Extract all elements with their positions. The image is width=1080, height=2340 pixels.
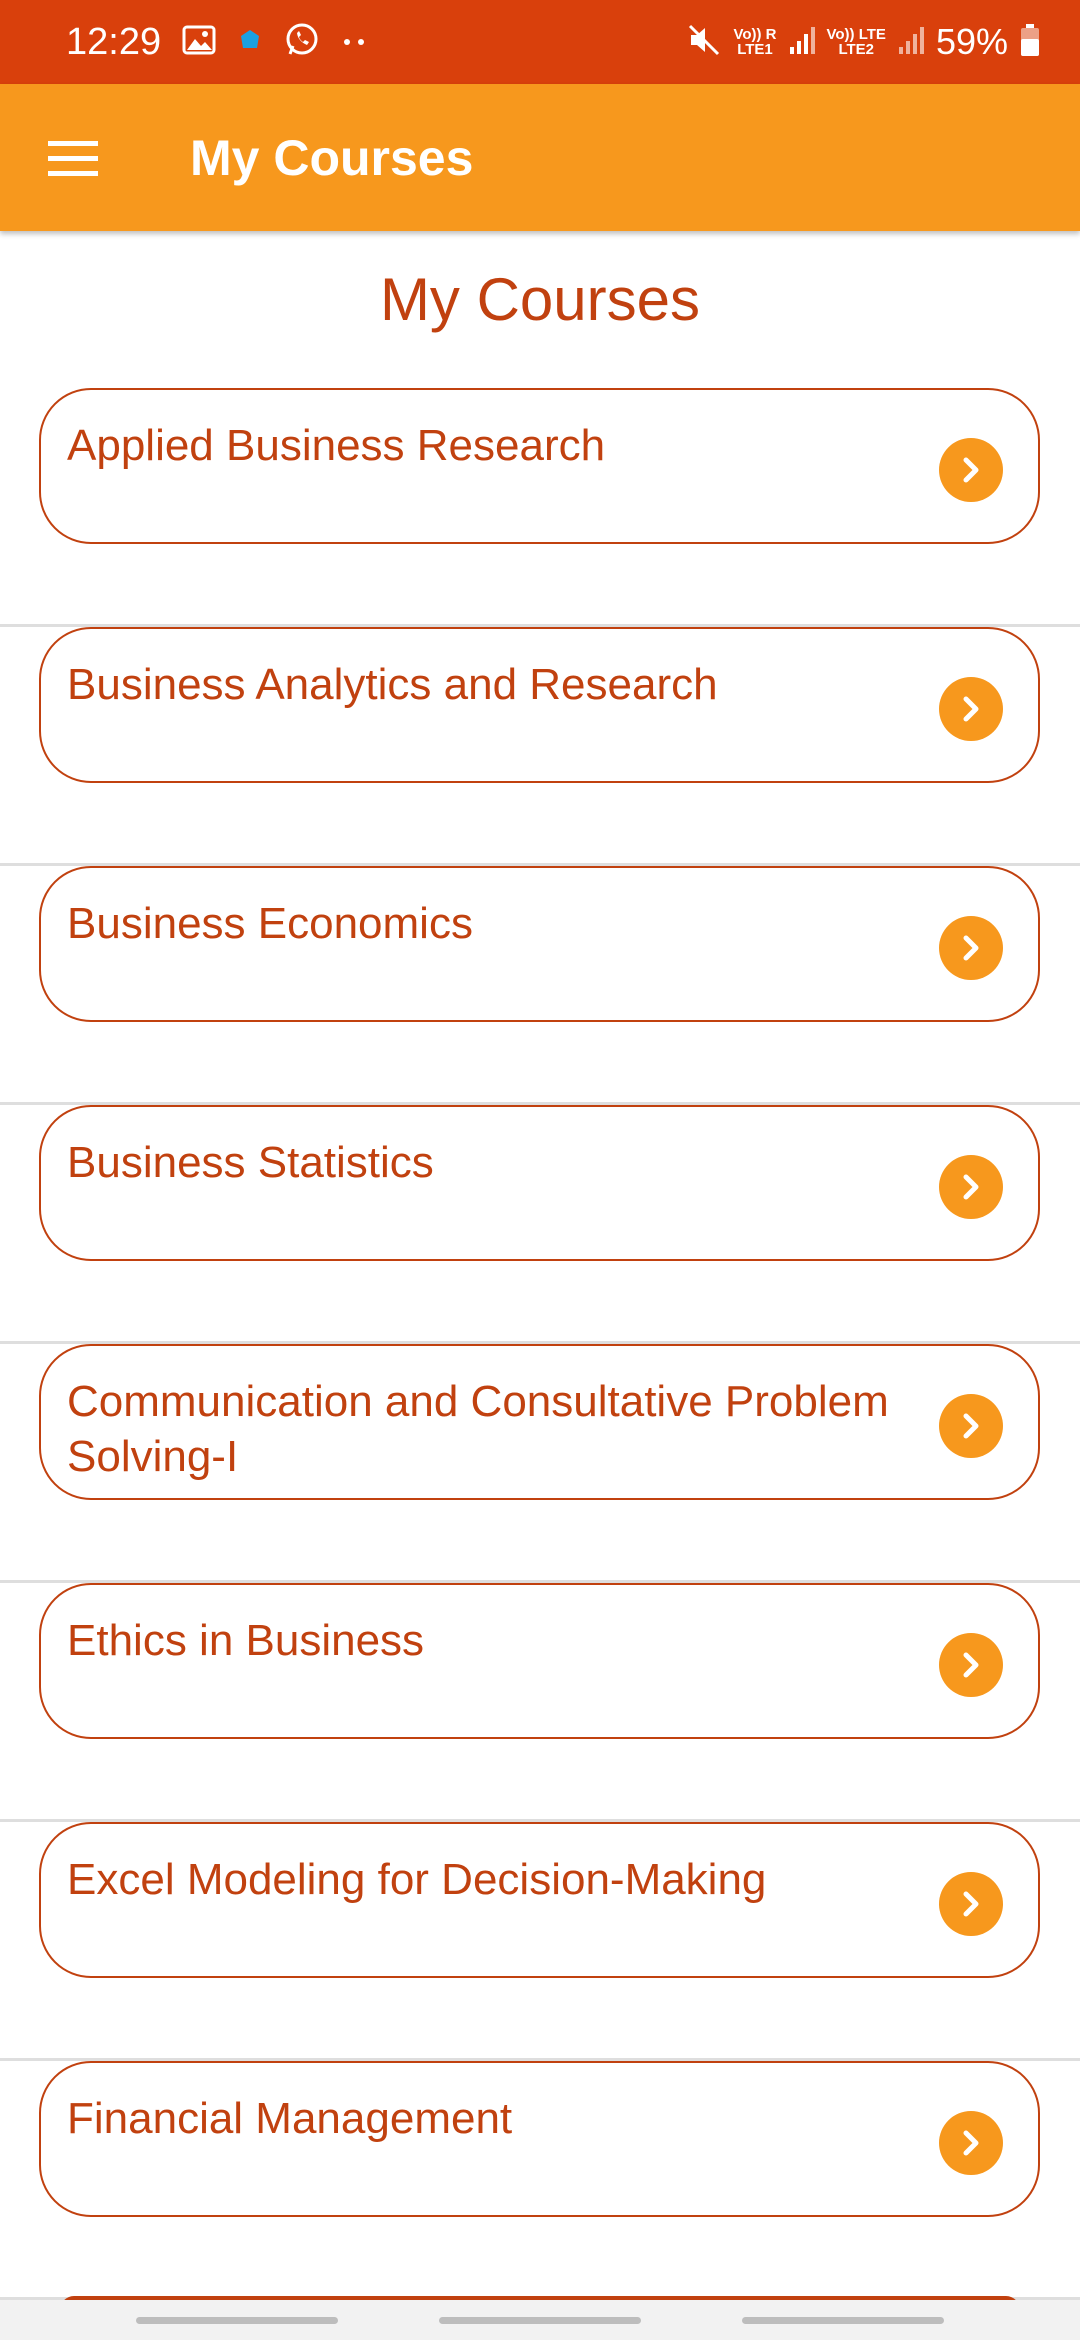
course-name: Communication and Consultative Problem S…: [67, 1377, 889, 1481]
course-card[interactable]: Business Economics: [39, 866, 1040, 1022]
course-card[interactable]: Applied Business Research: [39, 388, 1040, 544]
course-card[interactable]: Ethics in Business: [39, 1583, 1040, 1739]
system-nav-bar: [0, 2300, 1080, 2340]
course-list: Applied Business Research Business Analy…: [0, 388, 1080, 2300]
list-item: Excel Modeling for Decision-Making: [0, 1822, 1080, 2061]
course-card[interactable]: Excel Modeling for Decision-Making: [39, 1822, 1040, 1978]
course-name: Business Statistics: [67, 1138, 434, 1187]
page-title: My Courses: [379, 266, 701, 333]
chevron-right-icon[interactable]: [939, 1394, 1003, 1458]
course-name: Business Economics: [67, 899, 473, 948]
list-item: Communication and Consultative Problem S…: [0, 1344, 1080, 1583]
mute-icon: [687, 23, 721, 62]
status-time: 12:29: [66, 21, 162, 63]
chevron-right-icon[interactable]: [939, 438, 1003, 502]
status-left-icons: [182, 22, 366, 63]
sim2-indicator: Vo)) LTE LTE2: [826, 26, 886, 58]
chevron-right-icon[interactable]: [939, 916, 1003, 980]
course-name: Business Analytics and Research: [67, 660, 718, 709]
course-name: Ethics in Business: [67, 1616, 425, 1665]
chevron-right-icon[interactable]: [939, 1155, 1003, 1219]
list-item: Applied Business Research: [0, 388, 1080, 627]
list-item: Business Statistics: [0, 1105, 1080, 1344]
sim1-indicator: Vo)) R LTE1: [733, 26, 777, 58]
course-card[interactable]: Business Analytics and Research: [39, 627, 1040, 783]
hamburger-menu-icon[interactable]: [30, 124, 116, 194]
app-notification-icon: [238, 28, 262, 57]
app-bar-title: My Courses: [190, 130, 474, 186]
chevron-right-icon[interactable]: [939, 2111, 1003, 2175]
course-card[interactable]: Financial Management: [39, 2061, 1040, 2217]
course-card[interactable]: Business Statistics: [39, 1105, 1040, 1261]
signal-icon: [789, 25, 815, 60]
list-item: Business Economics: [0, 866, 1080, 1105]
course-name: Excel Modeling for Decision-Making: [67, 1855, 767, 1904]
nav-back-button[interactable]: [742, 2317, 944, 2324]
status-right-icons: Vo)) R LTE1 Vo)) LTE LTE2 59%: [687, 16, 1040, 68]
image-icon: [182, 25, 216, 60]
signal-icon: [898, 25, 924, 60]
nav-home-button[interactable]: [439, 2317, 641, 2324]
list-item: Ethics in Business: [0, 1583, 1080, 1822]
nav-recents-button[interactable]: [136, 2317, 338, 2324]
chevron-right-icon[interactable]: [939, 1872, 1003, 1936]
status-bar: 12:29 Vo)) R LTE1 Vo)) LTE LTE2 59%: [0, 0, 1080, 84]
battery-percent: 59%: [935, 21, 1008, 62]
chevron-right-icon[interactable]: [939, 677, 1003, 741]
list-item: Business Analytics and Research: [0, 627, 1080, 866]
chevron-right-icon[interactable]: [939, 1633, 1003, 1697]
course-name: Financial Management: [67, 2094, 513, 2143]
course-name: Applied Business Research: [67, 421, 606, 470]
app-bar: My Courses: [0, 84, 1080, 231]
more-dots-icon: [342, 34, 366, 52]
whatsapp-icon: [284, 22, 320, 63]
list-item: Financial Management: [0, 2061, 1080, 2300]
battery-icon: [1020, 23, 1040, 62]
course-card[interactable]: Communication and Consultative Problem S…: [39, 1344, 1040, 1500]
